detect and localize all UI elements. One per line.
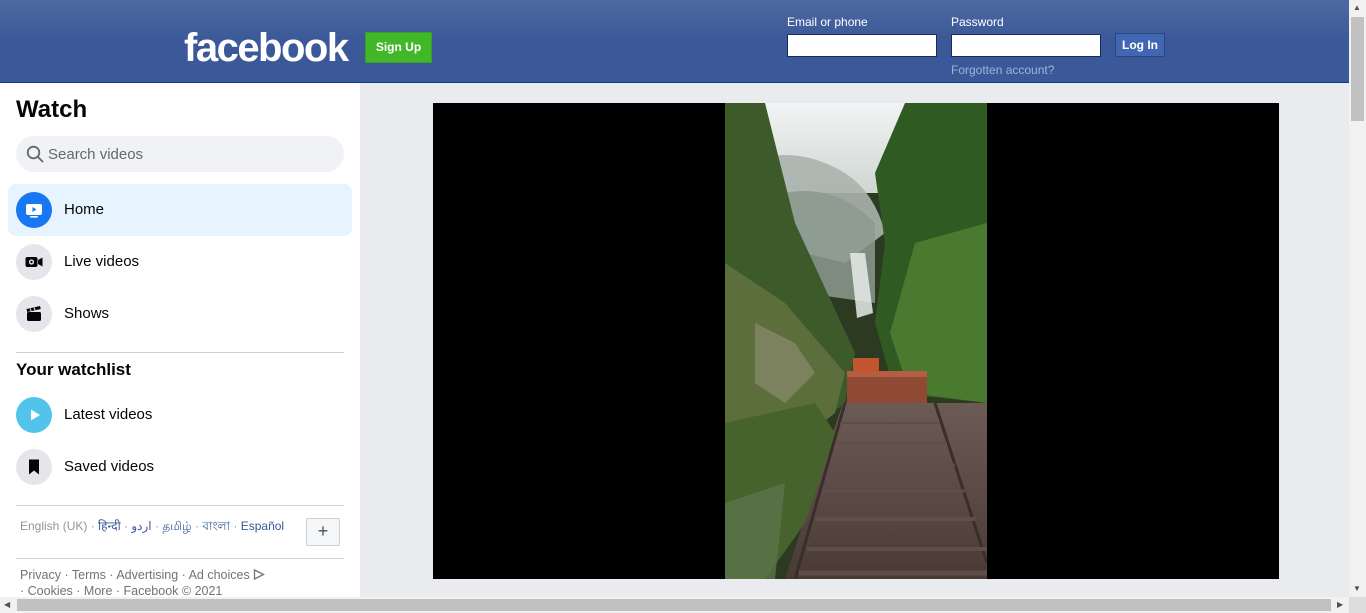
language-link-hindi[interactable]: हिन्दी bbox=[98, 519, 121, 533]
sidebar-item-label: Home bbox=[64, 201, 105, 218]
search-box[interactable] bbox=[16, 136, 344, 172]
horizontal-scrollbar[interactable]: ◀ ▶ bbox=[0, 597, 1349, 613]
password-label: Password bbox=[951, 15, 1004, 29]
video-thumbnail bbox=[725, 103, 987, 579]
vertical-scroll-thumb[interactable] bbox=[1351, 17, 1364, 121]
ad-choices-icon bbox=[254, 568, 266, 581]
scroll-right-icon[interactable]: ▶ bbox=[1337, 600, 1343, 609]
scroll-left-icon[interactable]: ◀ bbox=[4, 600, 10, 609]
video-player[interactable] bbox=[433, 103, 1279, 579]
footer-link-privacy[interactable]: Privacy bbox=[20, 568, 61, 582]
sidebar-item-home[interactable]: Home bbox=[8, 184, 352, 236]
copyright: Facebook © 2021 bbox=[123, 584, 223, 598]
vertical-scrollbar[interactable]: ▲ ▼ bbox=[1349, 0, 1366, 597]
page-title: Watch bbox=[16, 96, 88, 123]
sidebar-item-label: Saved videos bbox=[64, 458, 155, 475]
play-icon bbox=[16, 397, 52, 433]
footer-link-advertising[interactable]: Advertising bbox=[116, 568, 178, 582]
footer-links: Privacy · Terms · Advertising · Ad choic… bbox=[20, 567, 350, 599]
tv-play-icon bbox=[16, 192, 52, 228]
sidebar-item-latest-videos[interactable]: Latest videos bbox=[8, 389, 352, 441]
facebook-logo[interactable]: facebook bbox=[184, 26, 349, 70]
language-link-tamil[interactable]: தமிழ் bbox=[162, 519, 191, 533]
sidebar-item-shows[interactable]: Shows bbox=[8, 288, 352, 340]
horizontal-scroll-thumb[interactable] bbox=[17, 599, 1331, 611]
language-link-spanish[interactable]: Español bbox=[241, 519, 284, 533]
divider bbox=[16, 505, 344, 506]
email-field[interactable] bbox=[787, 34, 937, 57]
watchlist-heading: Your watchlist bbox=[16, 360, 131, 379]
bookmark-icon bbox=[16, 449, 52, 485]
more-languages-button[interactable]: + bbox=[306, 518, 340, 546]
search-icon bbox=[26, 145, 44, 163]
clapperboard-icon bbox=[16, 296, 52, 332]
watch-sidebar: Watch Home Live videos bbox=[0, 83, 360, 599]
top-bar: facebook Sign Up Email or phone Password… bbox=[0, 0, 1349, 83]
sidebar-item-label: Latest videos bbox=[64, 406, 153, 423]
divider bbox=[16, 352, 344, 353]
sign-up-button[interactable]: Sign Up bbox=[365, 32, 432, 63]
language-link-bengali[interactable]: বাংলা bbox=[202, 519, 230, 533]
live-camera-icon bbox=[16, 244, 52, 280]
footer-link-more[interactable]: More bbox=[84, 584, 112, 598]
sidebar-item-saved-videos[interactable]: Saved videos bbox=[8, 441, 352, 493]
footer-link-cookies[interactable]: Cookies bbox=[28, 584, 73, 598]
sidebar-item-label: Live videos bbox=[64, 253, 140, 270]
sidebar-item-live-videos[interactable]: Live videos bbox=[8, 236, 352, 288]
sidebar-item-label: Shows bbox=[64, 305, 110, 322]
scrollbar-corner bbox=[1349, 597, 1366, 613]
footer-link-terms[interactable]: Terms bbox=[72, 568, 106, 582]
email-label: Email or phone bbox=[787, 15, 868, 29]
password-field[interactable] bbox=[951, 34, 1101, 57]
search-input[interactable] bbox=[48, 136, 338, 172]
divider bbox=[16, 558, 344, 559]
video-frame[interactable] bbox=[725, 103, 987, 579]
language-list: English (UK) · हिन्दी · اردو · தமிழ் · ব… bbox=[20, 519, 285, 533]
scroll-up-icon[interactable]: ▲ bbox=[1353, 3, 1361, 12]
current-language: English (UK) bbox=[20, 519, 88, 533]
scroll-down-icon[interactable]: ▼ bbox=[1353, 584, 1361, 593]
footer-link-ad-choices[interactable]: Ad choices bbox=[189, 568, 250, 582]
language-link-urdu[interactable]: اردو bbox=[131, 519, 151, 533]
log-in-button[interactable]: Log In bbox=[1115, 33, 1165, 57]
forgotten-account-link[interactable]: Forgotten account? bbox=[951, 63, 1054, 77]
